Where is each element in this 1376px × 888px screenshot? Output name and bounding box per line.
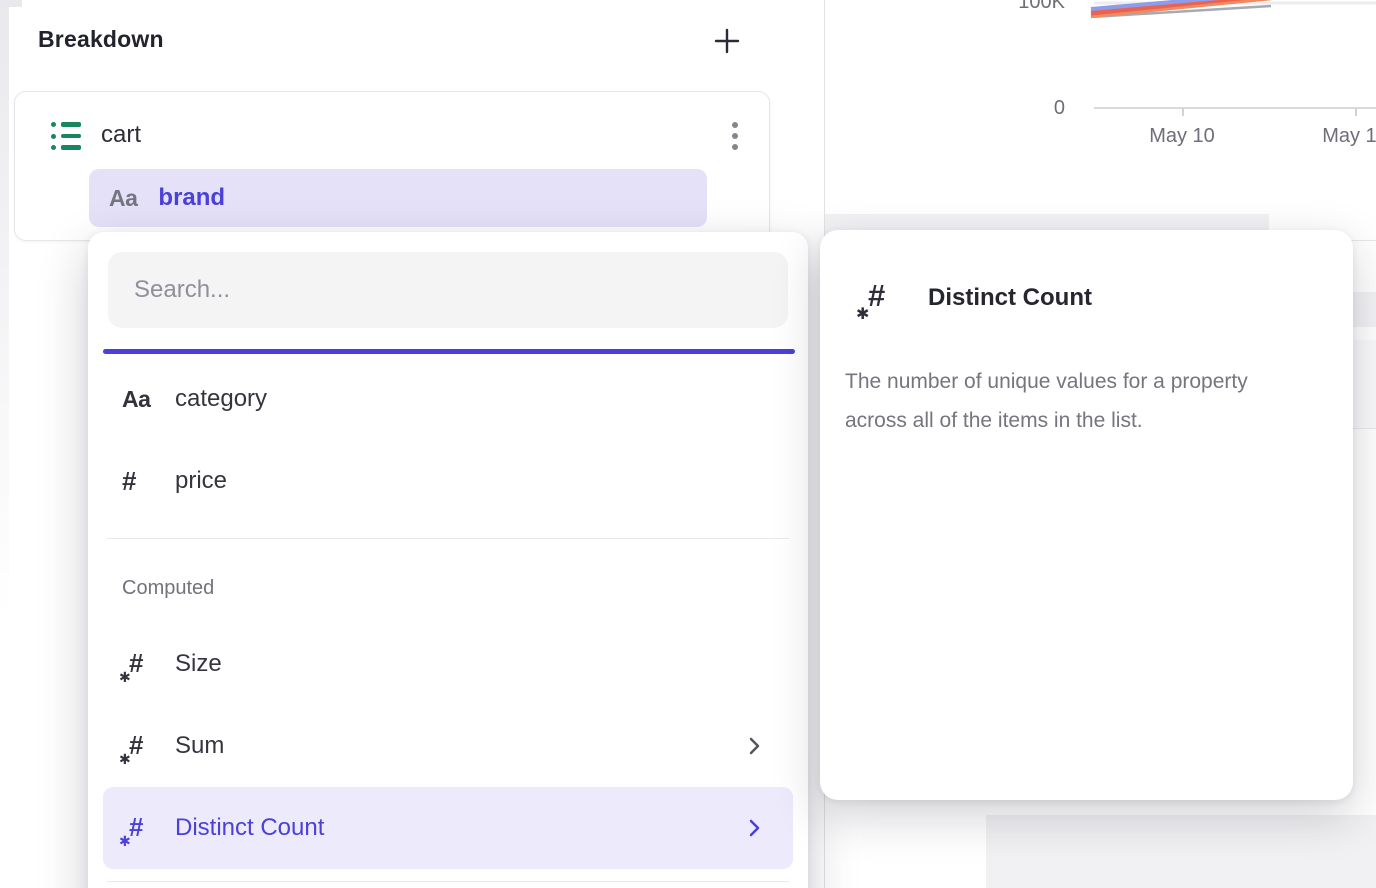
- dropdown-item-price[interactable]: # price: [103, 440, 793, 522]
- property-dropdown: Aa category # price Computed ✱ # Size ✱ …: [88, 232, 808, 888]
- x-axis-tick: [1182, 108, 1184, 116]
- panel-edge-shade: [0, 0, 22, 7]
- breakdown-section-title: Breakdown: [38, 26, 164, 53]
- dropdown-item-label: Distinct Count: [175, 814, 324, 842]
- dropdown-item-label: price: [175, 467, 227, 495]
- group-name-label: cart: [101, 121, 141, 149]
- dropdown-item-category[interactable]: Aa category: [103, 358, 793, 440]
- background-section: [986, 815, 1376, 888]
- info-card-header: ✱ # Distinct Count: [820, 230, 1353, 322]
- computed-section-label: Computed: [88, 571, 808, 605]
- text-property-icon: Aa: [122, 378, 155, 420]
- dropdown-item-label: Sum: [175, 732, 224, 760]
- chevron-right-icon: [747, 735, 761, 757]
- dropdown-item-label: category: [175, 385, 267, 413]
- y-axis-label-100k: 100K: [955, 0, 1065, 14]
- dropdown-item-sum[interactable]: ✱ # Sum: [103, 705, 793, 787]
- computed-number-icon: ✱ #: [122, 725, 155, 767]
- info-card-title: Distinct Count: [928, 284, 1092, 312]
- x-axis-tick: [1355, 108, 1357, 116]
- scroll-indicator: [103, 349, 795, 354]
- y-axis-label-0: 0: [955, 97, 1065, 120]
- plus-icon: [713, 27, 741, 55]
- search-input[interactable]: [108, 252, 788, 328]
- list-divider: [107, 881, 789, 882]
- chevron-right-icon: [747, 817, 761, 839]
- line-chart-series: [825, 0, 1376, 44]
- info-card-description: The number of unique values for a proper…: [845, 362, 1315, 440]
- list-property-icon: [51, 122, 81, 150]
- group-options-button[interactable]: [716, 114, 754, 158]
- selected-breakdown-property[interactable]: Aa brand: [89, 169, 707, 227]
- add-breakdown-button[interactable]: [709, 23, 745, 59]
- computed-number-icon: ✱ #: [860, 274, 900, 322]
- app-screen: 100K 0 May 10 May 17 Breakdown cart: [0, 0, 1376, 888]
- x-axis-label-may10: May 10: [1122, 125, 1242, 148]
- dropdown-item-label: Size: [175, 650, 222, 678]
- dropdown-item-distinct-count[interactable]: ✱ # Distinct Count: [103, 787, 793, 869]
- text-property-icon: Aa: [109, 185, 137, 212]
- kebab-menu-icon: [732, 122, 738, 128]
- x-axis-line: [1094, 107, 1376, 109]
- x-axis-label-may17: May 17: [1295, 125, 1376, 148]
- distinct-count-info-card: ✱ # Distinct Count The number of unique …: [820, 230, 1353, 800]
- number-property-icon: #: [122, 460, 155, 502]
- breakdown-group-card: cart Aa brand: [14, 91, 770, 241]
- dropdown-item-size[interactable]: ✱ # Size: [103, 623, 793, 705]
- computed-number-icon: ✱ #: [122, 643, 155, 685]
- property-list: Aa category # price Computed ✱ # Size ✱ …: [88, 358, 808, 882]
- computed-number-icon: ✱ #: [122, 807, 155, 849]
- list-divider: [107, 538, 789, 539]
- panel-edge-shade: [0, 0, 9, 620]
- selected-property-label: brand: [158, 184, 225, 212]
